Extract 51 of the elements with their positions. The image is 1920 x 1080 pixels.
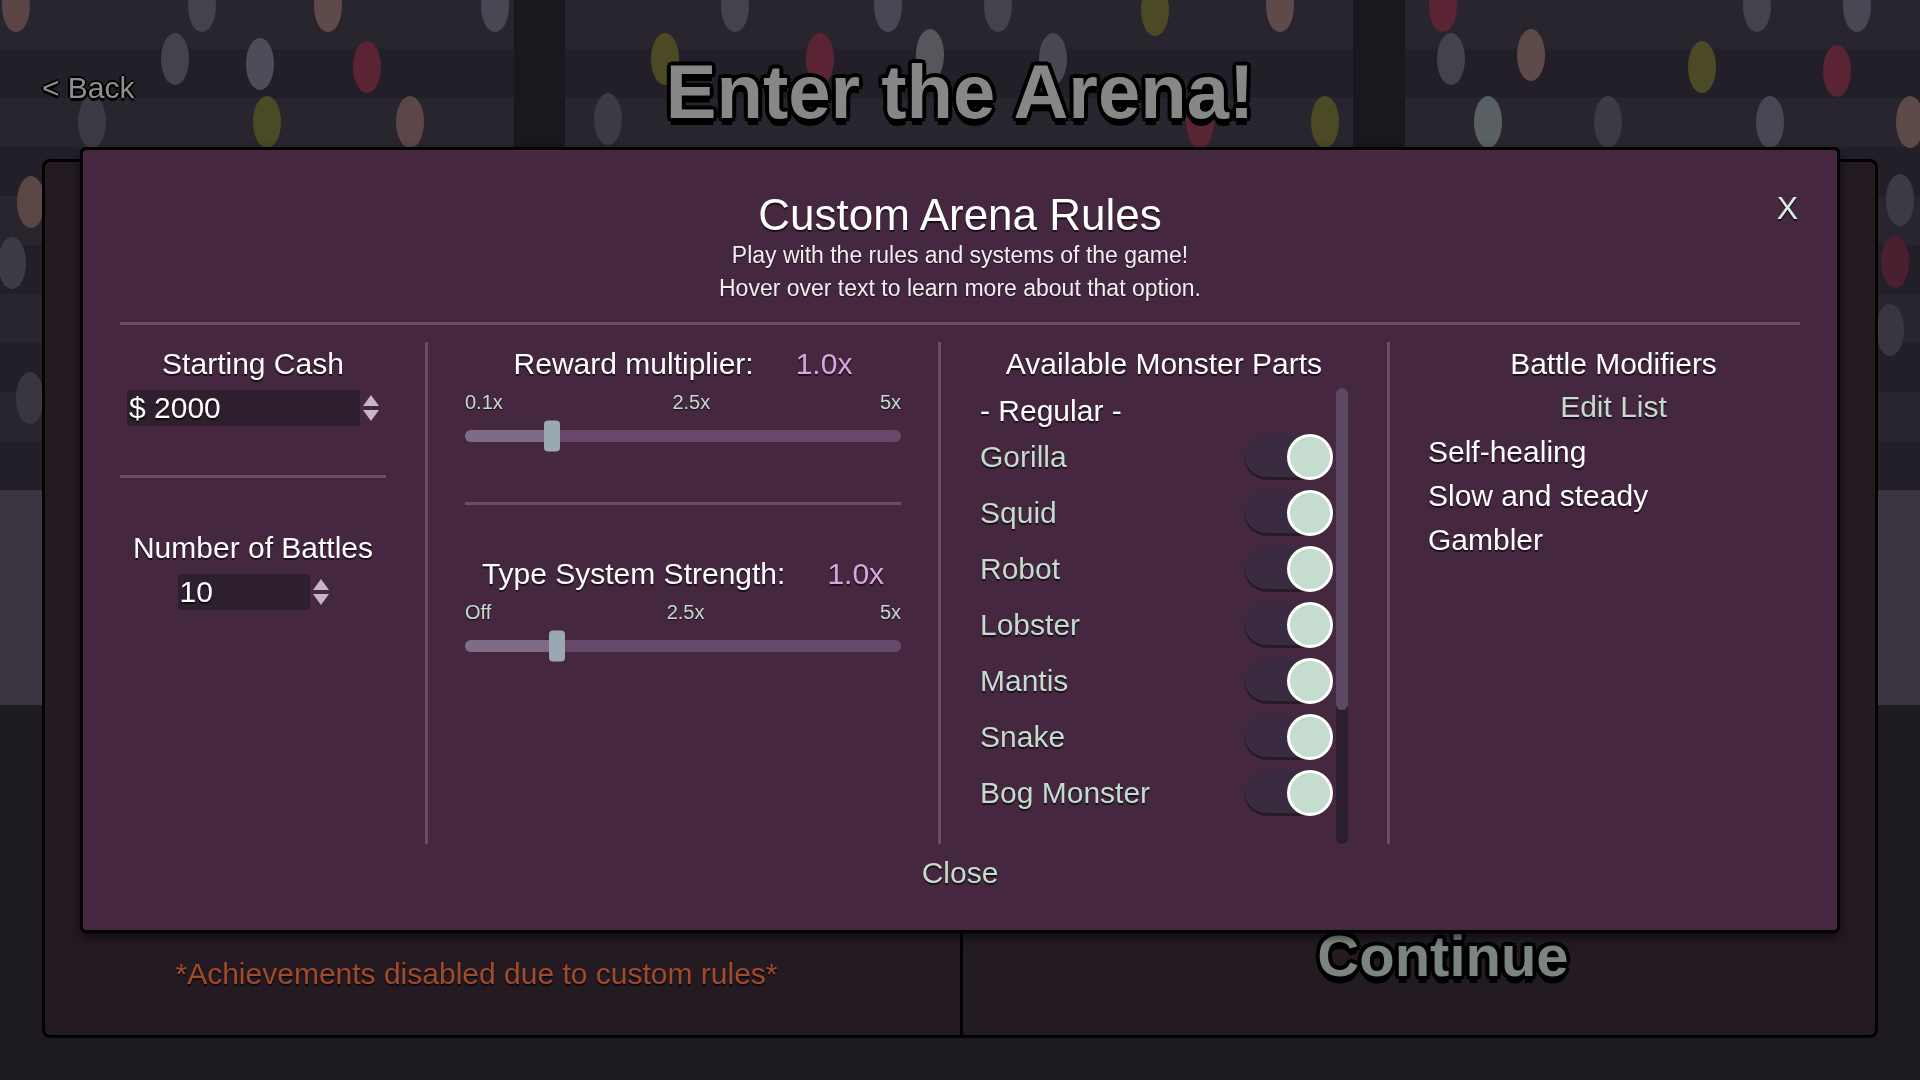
- tick-label: Off: [465, 600, 492, 624]
- column-heading: Battle Modifiers: [1510, 346, 1717, 382]
- back-link[interactable]: < Back: [42, 70, 135, 106]
- slider-label: Type System Strength:: [481, 556, 786, 592]
- toggle-switch[interactable]: [1244, 658, 1333, 704]
- down-triangle-icon[interactable]: [363, 410, 379, 421]
- slider-thumb[interactable]: [544, 420, 561, 452]
- toggle-switch[interactable]: [1244, 602, 1333, 648]
- slider-thumb[interactable]: [548, 630, 565, 662]
- close-x-button[interactable]: X: [1774, 190, 1800, 226]
- achievement-note: *Achievements disabled due to custom rules*: [175, 957, 778, 991]
- slider-reading: 1.0x: [827, 556, 885, 592]
- page-title: Enter the Arena!: [665, 54, 1255, 130]
- up-triangle-icon[interactable]: [312, 579, 329, 590]
- toggle-switch[interactable]: [1244, 770, 1333, 816]
- group-heading: - Regular -: [980, 393, 1122, 429]
- dialog-subtitle: Hover over text to learn more about that option.: [719, 274, 1201, 303]
- tick-label: 0.1x: [465, 390, 503, 414]
- setting-label: Number of Battles: [132, 530, 374, 566]
- slider-reading: 1.0x: [795, 346, 853, 382]
- part-label: Bog Monster: [980, 775, 1151, 811]
- tick-label: 2.5x: [672, 390, 711, 414]
- tick-label: 5x: [879, 390, 901, 414]
- modifier-item: Slow and steady: [1428, 478, 1649, 514]
- up-triangle-icon[interactable]: [363, 395, 379, 406]
- continue-button[interactable]: Continue: [1317, 923, 1569, 989]
- toggle-switch[interactable]: [1244, 546, 1333, 592]
- toggle-switch[interactable]: [1244, 490, 1333, 536]
- part-label: Snake: [980, 719, 1066, 755]
- number-field[interactable]: $ 2000: [127, 390, 360, 426]
- number-field[interactable]: 10: [177, 574, 310, 610]
- tick-label: 2.5x: [666, 600, 705, 624]
- part-label: Mantis: [980, 663, 1069, 699]
- edit-list-link[interactable]: Edit List: [1560, 389, 1667, 425]
- setting-label: Starting Cash: [162, 346, 344, 382]
- modifier-item: Gambler: [1428, 522, 1544, 558]
- dialog-title: Custom Arena Rules: [758, 190, 1162, 239]
- scrollbar[interactable]: [1336, 388, 1348, 844]
- part-label: Squid: [980, 495, 1057, 531]
- part-label: Gorilla: [980, 439, 1067, 475]
- toggle-switch[interactable]: [1244, 714, 1333, 760]
- slider-label: Reward multiplier:: [513, 346, 754, 382]
- column-heading: Available Monster Parts: [1005, 346, 1323, 382]
- down-triangle-icon[interactable]: [312, 594, 329, 605]
- part-label: Robot: [980, 551, 1061, 587]
- dialog-subtitle: Play with the rules and systems of the game!: [731, 241, 1189, 270]
- tick-label: 5x: [879, 600, 901, 624]
- toggle-switch[interactable]: [1244, 434, 1333, 480]
- modifier-item: Self-healing: [1428, 434, 1587, 470]
- close-button[interactable]: Close: [921, 855, 999, 891]
- part-label: Lobster: [980, 607, 1081, 643]
